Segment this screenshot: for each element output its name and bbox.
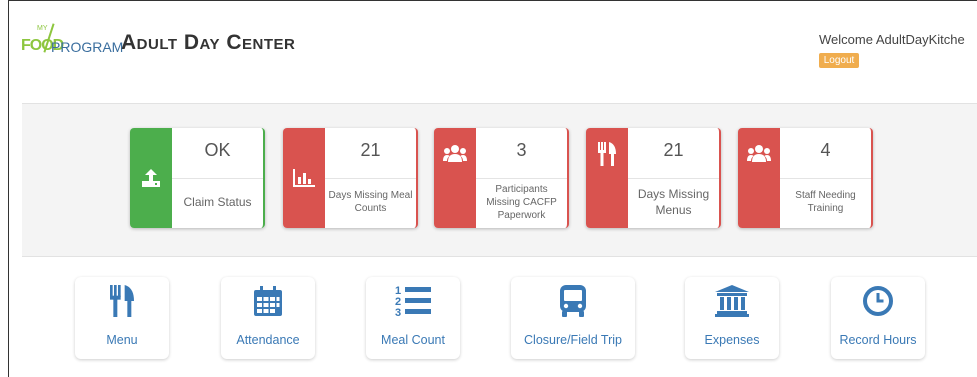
welcome-text: Welcome AdultDayKitche [819, 32, 965, 47]
claim-status-card[interactable]: OK Claim Status [130, 128, 265, 228]
quick-link-icon [75, 285, 169, 317]
logo-program: PROGRAM [51, 39, 124, 55]
card-label: Participants Missing CACFP Paperwork [486, 183, 557, 221]
numbered-list-icon: 1 2 3 [395, 285, 431, 318]
quick-link-icon [511, 285, 635, 317]
quick-link-icon [685, 285, 779, 317]
bank-icon [715, 285, 749, 317]
card-label: Claim Status [183, 194, 252, 209]
card-label: Days Missing Menus [637, 187, 710, 217]
quick-link-record-hours[interactable]: Record Hours [831, 277, 925, 359]
card-label: Days Missing Meal Counts [328, 190, 413, 214]
users-icon [747, 145, 771, 162]
quick-link-label: Closure/Field Trip [524, 333, 622, 347]
utensils-icon [598, 142, 616, 166]
card-value: 21 [360, 140, 381, 160]
clock-icon [863, 286, 893, 316]
status-panel: OK Claim Status 21 Days Missing Meal Cou… [22, 103, 977, 257]
svg-text:3: 3 [395, 307, 401, 318]
days-missing-meal-counts-card[interactable]: 21 Days Missing Meal Counts [283, 128, 418, 228]
quick-link-meal-count[interactable]: 1 2 3 Meal Count [366, 277, 460, 359]
quick-link-label: Expenses [704, 333, 760, 347]
participants-missing-paperwork-card[interactable]: 3 Participants Missing CACFP Paperwork [434, 128, 569, 228]
app-frame: MY FOOD PROGRAM Adult Day Center Welcome… [8, 0, 977, 377]
quick-link-icon: 1 2 3 [366, 285, 460, 318]
quick-link-icon [831, 285, 925, 317]
quick-link-expenses[interactable]: Expenses [685, 277, 779, 359]
utensils-icon [110, 285, 134, 317]
quick-link-label: Attendance [236, 333, 300, 347]
quick-link-closure-field-trip[interactable]: Closure/Field Trip [511, 277, 635, 359]
card-icon-area [130, 128, 172, 228]
logout-button[interactable]: Logout [819, 53, 859, 68]
quick-link-label: Meal Count [381, 333, 445, 347]
quick-link-menu[interactable]: Menu [75, 277, 169, 359]
card-value: 4 [820, 140, 831, 160]
header: MY FOOD PROGRAM Adult Day Center Welcome… [9, 1, 977, 89]
card-icon-area [738, 128, 780, 228]
days-missing-menus-card[interactable]: 21 Days Missing Menus [586, 128, 721, 228]
card-value: 21 [663, 140, 684, 160]
bus-icon [560, 285, 586, 317]
card-value: 3 [516, 140, 527, 160]
bar-chart-icon [293, 169, 315, 187]
logo[interactable]: MY FOOD PROGRAM [21, 23, 123, 63]
calendar-icon [254, 286, 282, 316]
staff-needing-training-card[interactable]: 4 Staff Needing Training [738, 128, 873, 228]
card-label: Staff Needing Training [795, 190, 856, 214]
quick-link-attendance[interactable]: Attendance [221, 277, 315, 359]
logo-my: MY [37, 25, 48, 32]
upload-icon [142, 169, 160, 187]
users-icon [443, 145, 467, 162]
page-title: Adult Day Center [121, 31, 296, 54]
card-icon-area [434, 128, 476, 228]
quick-link-label: Record Hours [839, 333, 917, 347]
card-value: OK [204, 140, 231, 160]
card-icon-area [586, 128, 628, 228]
quick-link-label: Menu [106, 333, 138, 347]
card-icon-area [283, 128, 325, 228]
quick-link-icon [221, 285, 315, 317]
